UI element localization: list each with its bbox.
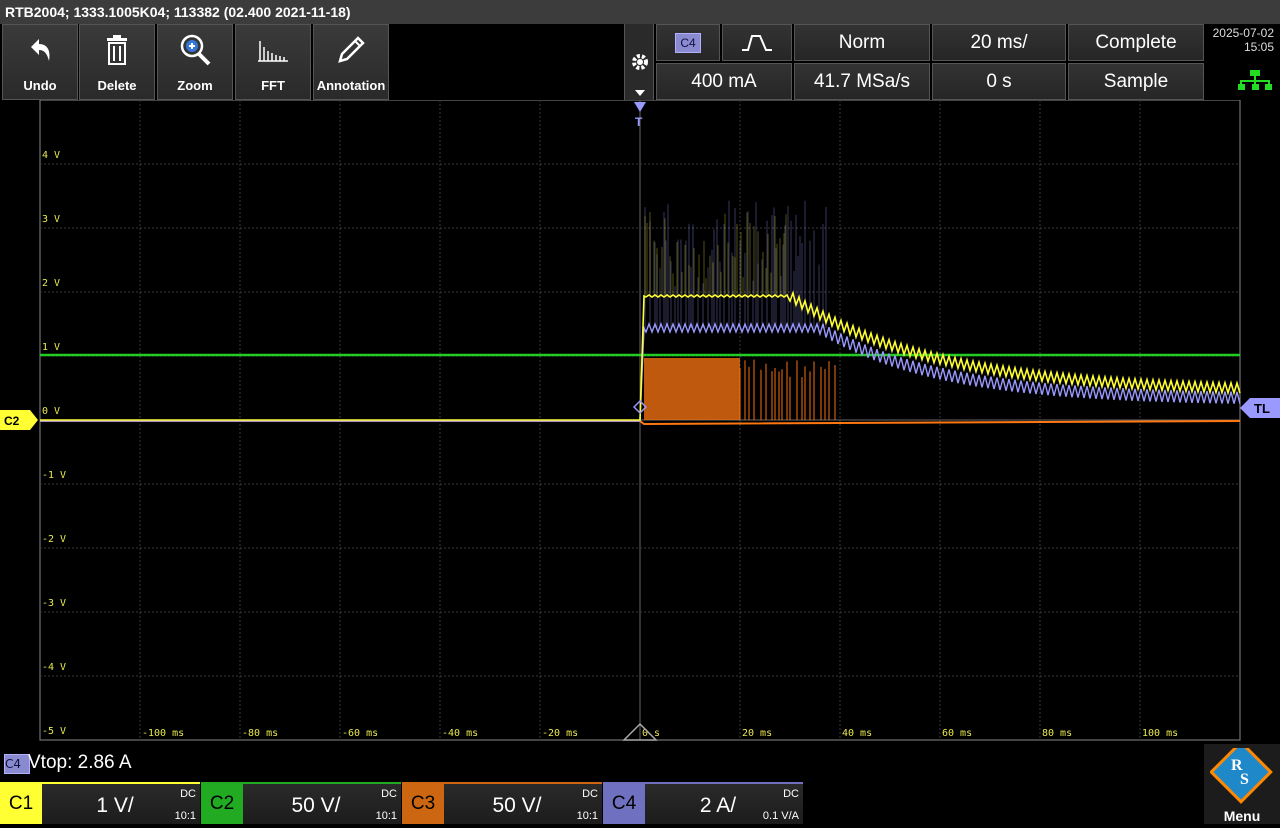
x-tick-label: 80 ms	[1042, 728, 1072, 739]
channel-tag[interactable]: C2	[201, 784, 243, 824]
channel-c4-settings[interactable]: C4 2 A/DC 0.1 V/A	[603, 782, 803, 824]
fft-button[interactable]: FFT	[235, 24, 311, 100]
probe-ratio: 10:1	[576, 810, 598, 822]
annotation-label: Annotation	[316, 78, 386, 93]
menu-button[interactable]: R S Menu	[1204, 744, 1280, 824]
time: 15:05	[1243, 40, 1274, 54]
menu-label: Menu	[1223, 808, 1261, 824]
trigger-slope[interactable]	[722, 24, 792, 61]
channel-scale[interactable]: 50 V/	[261, 784, 371, 824]
status-badge: C4	[4, 754, 30, 774]
y-tick-label: -4 V	[42, 662, 66, 673]
date: 2025-07-02	[1212, 26, 1274, 40]
channel-coupling: DC	[381, 788, 397, 800]
trigger-position-marker[interactable]: T	[634, 102, 646, 129]
measurement-readout: Vtop: 2.86 A	[28, 752, 132, 773]
channel-scale[interactable]: 2 A/	[663, 784, 773, 824]
chevron-down-icon	[635, 90, 645, 96]
window-title: RTB2004; 1333.1005K04; 113382 (02.400 20…	[0, 0, 1280, 24]
x-tick-label: 20 ms	[742, 728, 772, 739]
x-tick-label: -60 ms	[342, 728, 378, 739]
trigger-source[interactable]: C4	[656, 24, 720, 61]
y-tick-label: -5 V	[42, 726, 66, 737]
y-tick-label: 1 V	[42, 342, 60, 353]
trigger-level-marker[interactable]: TL	[1240, 398, 1280, 418]
left-marker-label: C2	[4, 414, 20, 428]
annotation-button[interactable]: Annotation	[313, 24, 389, 100]
trigger-level-label: TL	[1254, 401, 1270, 416]
y-tick-label: -2 V	[42, 534, 66, 545]
left-channel-marker[interactable]: C2	[0, 410, 38, 430]
trigger-position-label: T	[635, 115, 643, 129]
measurement-status: C4 Vtop: 2.86 A	[0, 750, 1280, 778]
acquisition-mode[interactable]: Sample	[1068, 63, 1204, 100]
trash-icon	[107, 35, 127, 65]
timebase[interactable]: 20 ms/	[932, 24, 1066, 61]
delete-button[interactable]: Delete	[79, 24, 155, 100]
channel-bar: C1 1 V/DC 10:1 C2 50 V/DC 10:1 C3 50 V/DC 10:1 C4…	[0, 782, 1280, 824]
probe-ratio: 10:1	[375, 810, 397, 822]
rising-falling-edge-icon	[742, 34, 772, 51]
channel-coupling: DC	[582, 788, 598, 800]
trigger-level[interactable]: 400 mA	[656, 63, 792, 100]
x-tick-label: -20 ms	[542, 728, 578, 739]
channel-tag[interactable]: C3	[402, 784, 444, 824]
y-tick-label: 4 V	[42, 150, 60, 161]
datetime: 2025-07-02 15:05	[1206, 24, 1280, 62]
trigger-parameters: C4 Norm 20 ms/ Complete 400 mA 41.7 MSa/…	[656, 24, 1204, 100]
x-tick-label: -40 ms	[442, 728, 478, 739]
c3-burst	[644, 358, 740, 420]
y-tick-label: -3 V	[42, 598, 66, 609]
probe-ratio: 10:1	[174, 810, 196, 822]
trigger-source-badge: C4	[675, 32, 701, 53]
horizontal-position[interactable]: 0 s	[932, 63, 1066, 100]
probe-ratio: 0.1 V/A	[762, 810, 799, 822]
acquisition-state[interactable]: Complete	[1068, 24, 1204, 61]
channel-c3-settings[interactable]: C3 50 V/DC 10:1	[402, 782, 602, 824]
sample-rate: 41.7 MSa/s	[794, 63, 930, 100]
channel-tag[interactable]: C1	[0, 784, 42, 824]
channel-tag[interactable]: C4	[603, 784, 645, 824]
x-tick-label: -80 ms	[242, 728, 278, 739]
undo-icon	[31, 39, 50, 61]
y-axis-labels: 4 V 3 V 2 V 1 V 0 V -1 V -2 V -3 V -4 V -5 V	[42, 150, 66, 737]
y-tick-label: -1 V	[42, 470, 66, 481]
zoom-label: Zoom	[177, 78, 213, 93]
channel-coupling: DC	[180, 788, 196, 800]
undo-label: Undo	[23, 78, 57, 93]
y-tick-label: 3 V	[42, 214, 60, 225]
x-tick-label: 60 ms	[942, 728, 972, 739]
channel-scale[interactable]: 50 V/	[462, 784, 572, 824]
x-tick-label: 100 ms	[1142, 728, 1178, 739]
y-tick-label: 0 V	[42, 406, 60, 417]
network-icon	[1238, 70, 1272, 90]
fft-icon	[258, 41, 288, 62]
y-tick-label: 2 V	[42, 278, 60, 289]
delete-label: Delete	[97, 78, 137, 93]
channel-c2-settings[interactable]: C2 50 V/DC 10:1	[201, 782, 401, 824]
x-tick-label: 40 ms	[842, 728, 872, 739]
rs-logo-icon: R S	[1210, 748, 1273, 804]
channel-c1-settings[interactable]: C1 1 V/DC 10:1	[0, 782, 200, 824]
channel-scale[interactable]: 1 V/	[60, 784, 170, 824]
x-tick-label: -100 ms	[142, 728, 184, 739]
gear-icon	[632, 54, 648, 70]
pencil-icon	[338, 36, 365, 63]
undo-button[interactable]: Undo	[2, 24, 78, 100]
svg-text:S: S	[1240, 771, 1249, 788]
trigger-mode[interactable]: Norm	[794, 24, 930, 61]
fft-label: FFT	[261, 78, 285, 93]
x-axis-labels: -100 ms -80 ms -60 ms -40 ms -20 ms 0 s 20 ms 4…	[142, 728, 1178, 739]
zoom-button[interactable]: Zoom	[157, 24, 233, 100]
settings-column[interactable]	[624, 24, 654, 100]
zoom-icon	[180, 34, 211, 66]
channel-coupling: DC	[783, 788, 799, 800]
waveform-display[interactable]: 4 V 3 V 2 V 1 V 0 V -1 V -2 V -3 V -4 V -5 V -100…	[0, 100, 1280, 744]
